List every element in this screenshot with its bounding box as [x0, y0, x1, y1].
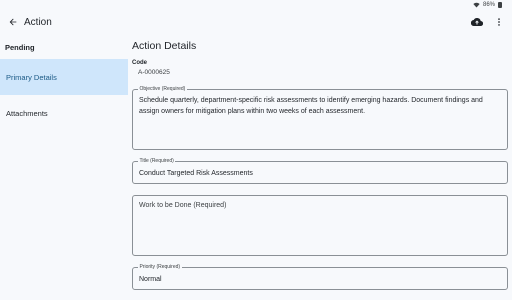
- back-arrow-icon: [9, 18, 17, 26]
- title-label: Title (Required): [138, 158, 176, 165]
- title-value: Conduct Targeted Risk Assessments: [139, 170, 253, 177]
- battery-percent: 86%: [482, 1, 495, 8]
- objective-label: Objective (Required): [138, 86, 187, 93]
- wifi-icon: [473, 2, 480, 7]
- sidebar: Pending Primary Details Attachments: [0, 35, 128, 300]
- priority-field[interactable]: Priority (Required) Normal: [132, 264, 508, 290]
- more-vertical-icon: [498, 18, 500, 26]
- priority-value: Normal: [139, 276, 162, 283]
- sidebar-item-primary-details[interactable]: Primary Details: [0, 59, 128, 95]
- upload-button[interactable]: [468, 13, 486, 31]
- main-content: Action Details Code A-0000625 Objective …: [128, 35, 512, 300]
- status-bar: 86%: [0, 0, 512, 9]
- priority-label: Priority (Required): [138, 264, 182, 271]
- app-bar: Action: [0, 9, 512, 35]
- app-actions: [468, 13, 508, 31]
- sidebar-item-label: Primary Details: [6, 72, 57, 82]
- battery-icon: [498, 1, 502, 8]
- work-to-be-done-field[interactable]: Work to be Done (Required): [132, 195, 508, 256]
- cloud-upload-icon: [471, 18, 483, 27]
- code-label: Code: [132, 60, 147, 66]
- work-to-be-done-placeholder: Work to be Done (Required): [139, 202, 227, 209]
- title-field[interactable]: Title (Required) Conduct Targeted Risk A…: [132, 158, 508, 184]
- app-title: Action: [24, 16, 52, 28]
- objective-value: Schedule quarterly, department-specific …: [139, 97, 483, 115]
- objective-field[interactable]: Objective (Required) Schedule quarterly,…: [132, 86, 508, 150]
- section-title: Action Details: [132, 40, 197, 52]
- back-button[interactable]: [2, 11, 24, 33]
- sidebar-item-label: Attachments: [6, 108, 48, 118]
- sidebar-header: Pending: [5, 42, 35, 52]
- more-button[interactable]: [490, 13, 508, 31]
- code-value: A-0000625: [138, 69, 170, 76]
- sidebar-item-attachments[interactable]: Attachments: [0, 95, 128, 131]
